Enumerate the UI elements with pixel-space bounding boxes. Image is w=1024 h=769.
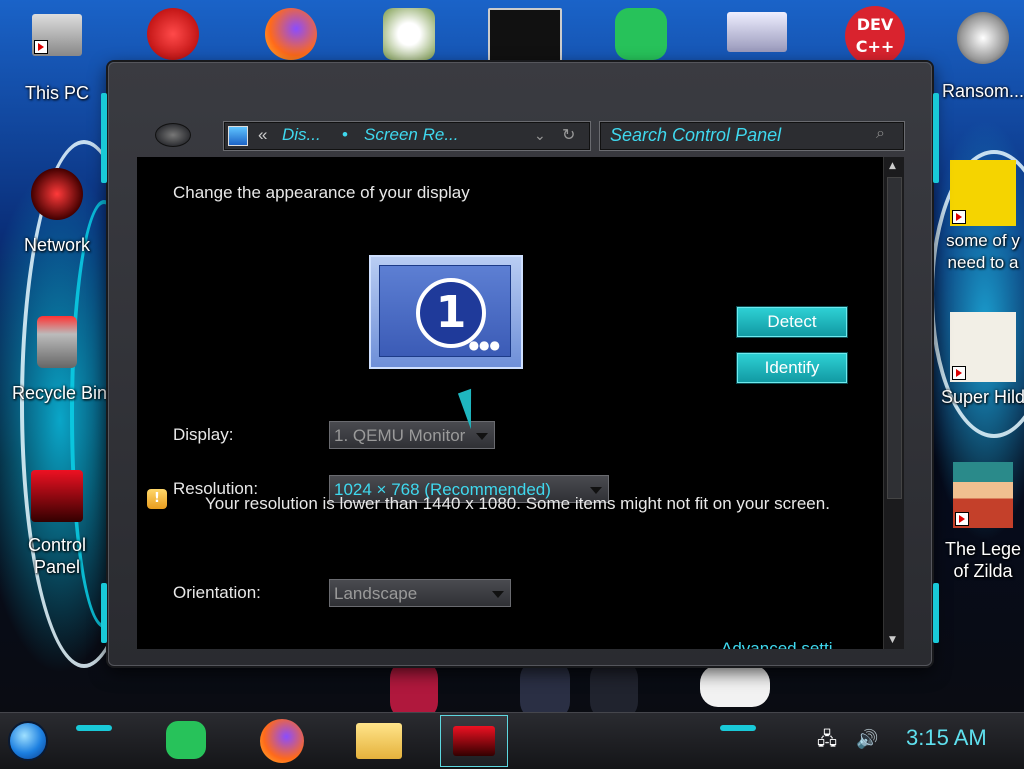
desktop-icon-top-4[interactable] (480, 8, 570, 64)
red-creature-icon (147, 8, 199, 60)
advanced-settings-link[interactable]: Advanced setti... (721, 639, 847, 649)
desktop-icon-legend-of-zilda[interactable]: The Lege of Zilda (938, 462, 1024, 582)
chevron-down-icon (492, 591, 504, 598)
taskbar-decoration (76, 725, 112, 731)
refresh-icon[interactable]: ↻ (562, 125, 575, 145)
desktop-icon-label: Recycle Bin (12, 383, 108, 403)
desktop-icon-label: The Lege of Zilda (944, 539, 1022, 581)
firefox-icon (265, 8, 317, 60)
desktop-icon-control-panel[interactable]: Control Panel (12, 470, 102, 578)
scroll-down-icon[interactable]: ▼ (889, 635, 896, 645)
desktop-icon-network[interactable]: Network (12, 168, 102, 256)
vertical-scrollbar[interactable]: ▲ ▼ (883, 157, 904, 649)
search-icon: ⌕ (876, 125, 885, 142)
computer-icon (32, 14, 82, 56)
firefox-icon (260, 719, 304, 763)
desktop-icon-this-pc[interactable]: This PC (12, 14, 102, 104)
screen-resolution-window: « Dis... • Screen Re... ⌄ ↻ Search Contr… (101, 62, 939, 666)
plants-vs-zombies-icon (383, 8, 435, 60)
content-pane: Change the appearance of your display 1 … (137, 157, 883, 649)
display-select-value: 1. QEMU Monitor (334, 426, 466, 445)
taskbar-app-control-panel[interactable] (440, 715, 508, 767)
control-panel-icon (31, 470, 83, 522)
desktop-icon-label: some of y need to a (946, 231, 1020, 272)
desktop-icon-top-3[interactable] (364, 8, 454, 60)
window-frame-decoration (101, 583, 107, 643)
skull-icon (957, 12, 1009, 64)
warning-icon: ! (147, 489, 167, 509)
address-bar[interactable]: « Dis... • Screen Re... ⌄ ↻ (223, 121, 591, 151)
volume-icon[interactable]: 🔊 (856, 729, 878, 751)
window-frame-decoration (101, 93, 107, 183)
taskbar-clock[interactable]: 3:15 AM (906, 725, 987, 751)
orientation-select-value: Landscape (334, 584, 418, 603)
identify-button[interactable]: Identify (737, 353, 847, 383)
network-tray-icon[interactable]: 🖧 (816, 729, 838, 751)
orientation-select[interactable]: Landscape (329, 579, 511, 607)
detect-button[interactable]: Detect (737, 307, 847, 337)
terminal-icon (488, 8, 562, 64)
search-placeholder: Search Control Panel (610, 125, 782, 145)
chevron-down-icon[interactable]: ⌄ (534, 127, 546, 144)
back-button[interactable] (155, 123, 191, 147)
scroll-up-icon[interactable]: ▲ (889, 161, 896, 171)
desktop-icon-label: Network (23, 235, 90, 255)
desktop-icon-label: Ransom... (941, 81, 1024, 101)
desktop-icon-top-6[interactable] (712, 12, 802, 52)
taskbar-app-firefox[interactable] (256, 715, 308, 765)
window-frame-decoration (933, 583, 939, 643)
desktop-icon-super-hild[interactable]: Super Hild (938, 312, 1024, 408)
breadcrumb-display[interactable]: Dis... (282, 125, 321, 145)
page-title: Change the appearance of your display (173, 183, 470, 202)
dev-cpp-icon: DEV C++ (845, 6, 905, 66)
resolution-warning: Your resolution is lower than 1440 x 108… (205, 494, 830, 513)
monitor-1-preview[interactable]: 1 ●●● (369, 255, 523, 369)
breadcrumb-separator: • (342, 125, 348, 144)
chevron-down-icon (476, 433, 488, 440)
chat-icon (166, 721, 206, 759)
desktop-icon-ransom[interactable]: Ransom... (938, 12, 1024, 102)
control-panel-icon (228, 126, 248, 146)
desktop-icon-top-1[interactable] (128, 8, 218, 60)
search-input[interactable]: Search Control Panel ⌕ (599, 121, 905, 151)
taskbar: 🖧 🔊 3:15 AM (0, 712, 1024, 769)
breadcrumb-screen-resolution[interactable]: Screen Re... (364, 125, 459, 145)
taskbar-app-file-explorer[interactable] (352, 715, 404, 765)
dots-icon: ●●● (468, 338, 500, 352)
desktop-icon-top-7[interactable]: DEV C++ (830, 6, 920, 66)
desktop-icon-top-2[interactable] (246, 8, 336, 60)
desktop-icon-label: Super Hild (940, 387, 1024, 407)
network-drive-icon (727, 12, 787, 52)
desktop-icon-recycle-bin[interactable]: Recycle Bin (12, 316, 108, 404)
scrollbar-thumb[interactable] (887, 177, 902, 499)
taskbar-app-chat[interactable] (160, 715, 212, 765)
window-frame-decoration (933, 93, 939, 183)
desktop-icon-top-5[interactable] (596, 8, 686, 60)
start-button[interactable] (8, 721, 48, 761)
recycle-bin-icon (37, 316, 77, 368)
pixel-cat-icon (950, 312, 1016, 382)
chat-icon (615, 8, 667, 60)
pixel-hero-icon (953, 462, 1013, 528)
taskbar-decoration (720, 725, 756, 731)
file-explorer-icon (356, 723, 402, 759)
desktop-icon-some-of-you[interactable]: some of y need to a (938, 160, 1024, 274)
desktop-icon-label: Control Panel (27, 535, 87, 577)
orientation-label: Orientation: (173, 583, 261, 602)
control-panel-icon (453, 726, 495, 756)
network-icon (31, 168, 83, 220)
scooby-icon (950, 160, 1016, 226)
breadcrumb-overflow[interactable]: « (258, 125, 267, 145)
display-label: Display: (173, 425, 234, 444)
desktop-icon-label: This PC (24, 83, 89, 103)
